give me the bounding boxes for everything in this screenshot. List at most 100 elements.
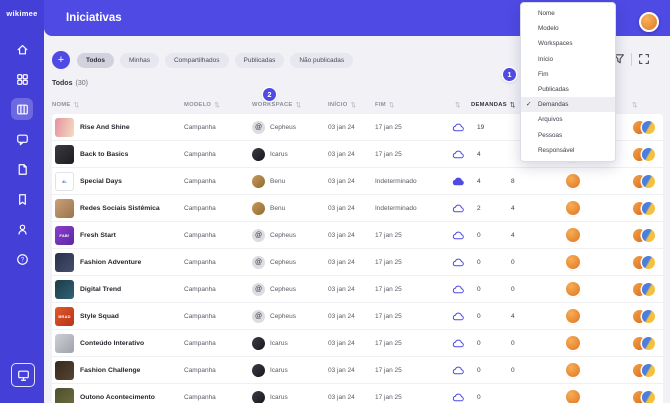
sidebar-item-inbox[interactable] [11,128,33,150]
sidebar-item-bookmarks[interactable] [11,188,33,210]
workspace-name: Icarus [270,340,288,347]
table-row[interactable]: Digital TrendCampanha@Cepheus03 jan 2417… [52,276,663,303]
menu-item-label: Arquivos [538,116,563,123]
column-header-workspace[interactable]: WORKSPACE⇅ [252,101,328,109]
column-menu-item-arquivos[interactable]: Arquivos [521,112,615,127]
responsible-avatar [566,336,580,350]
column-menu-item-nome[interactable]: Nome [521,6,615,21]
model-cell: Campanha [184,384,252,403]
end-date: 17 jan 25 [375,303,445,329]
column-header-demandas[interactable]: DEMANDAS⇅ [471,101,505,109]
table-row[interactable]: Fashion ChallengeCampanhaIcarus03 jan 24… [52,357,663,384]
chip-publicadas[interactable]: Publicadas [235,53,285,68]
person-avatar [642,364,655,377]
profile-icon [16,223,29,236]
workspace-avatar [252,337,265,350]
column-menu-item-respons-vel[interactable]: Responsável [521,143,615,158]
initiative-name-cell: Redes Sociais Sistêmica [52,195,184,221]
workspace-avatar: @ [252,310,265,323]
column-header-modelo[interactable]: MODELO⇅ [184,101,252,109]
initiative-name: Rise And Shine [80,124,130,131]
initiative-thumbnail [55,280,74,299]
list-title: Todos(30) [52,80,88,87]
column-header-publicada[interactable]: ⇅ [445,101,471,109]
user-avatar[interactable] [639,12,659,32]
initiative-name: Style Squad [80,313,119,320]
responsible-cell [539,168,607,194]
workspace-avatar [252,391,265,403]
responsible-avatar [566,255,580,269]
chip-compartilhados[interactable]: Compartilhados [165,53,229,68]
help-icon: ? [16,253,29,266]
workspace-name: Icarus [270,151,288,158]
responsible-avatar [566,309,580,323]
table-row[interactable]: 4LSpecial DaysCampanhaBenu03 jan 24Indet… [52,168,663,195]
workspace-cell: @Cepheus [252,303,328,329]
column-menu-item-workspaces[interactable]: Workspaces [521,36,615,51]
sidebar-item-documents[interactable] [11,158,33,180]
column-menu-item-pessoas[interactable]: Pessoas [521,128,615,143]
files-count: 4 [505,195,539,221]
initiative-thumbnail: BRAD [55,307,74,326]
step-badge-2: 2 [263,88,276,101]
model-cell: Campanha [184,195,252,221]
column-menu-item-modelo[interactable]: Modelo [521,21,615,36]
published-cell [445,357,471,383]
published-cell [445,276,471,302]
table-row[interactable]: Outono AcontecimentoCampanhaIcarus03 jan… [52,384,663,403]
initiative-name: Outono Acontecimento [80,394,155,401]
list-count: (30) [75,80,87,87]
column-menu-item-fim[interactable]: Fim [521,67,615,82]
chip-minhas[interactable]: Minhas [120,53,159,68]
chip-todos[interactable]: Todos [77,53,114,68]
initiative-name-cell: Back to Basics [52,141,184,167]
end-date: 17 jan 25 [375,330,445,356]
sidebar-item-profile[interactable] [11,218,33,240]
sidebar-item-display[interactable] [11,363,35,387]
workspace-cell: @Cepheus [252,249,328,275]
table-row[interactable]: Fashion AdventureCampanha@Cepheus03 jan … [52,249,663,276]
column-header-inicio[interactable]: INÍCIO⇅ [328,101,375,109]
column-label: DEMANDAS [471,102,507,108]
published-cell [445,384,471,403]
sidebar-item-home[interactable] [11,38,33,60]
app-logo: wikimee [6,9,37,18]
expand-button[interactable] [638,52,650,66]
workspace-avatar [252,175,265,188]
workspace-name: Benu [270,205,285,212]
table-row[interactable]: FAB!Fresh StartCampanha@Cepheus03 jan 24… [52,222,663,249]
add-initiative-button[interactable]: + [52,51,70,69]
sidebar-item-initiatives[interactable] [11,98,33,120]
initiative-name-cell: Fashion Challenge [52,357,184,383]
table-row[interactable]: Redes Sociais SistêmicaCampanhaBenu03 ja… [52,195,663,222]
sidebar-item-dashboard[interactable] [11,68,33,90]
initiative-thumbnail [55,118,74,137]
start-date: 03 jan 24 [328,330,375,356]
start-date: 03 jan 24 [328,114,375,140]
column-menu-item-demandas[interactable]: ✓Demandas [521,97,615,112]
column-header-nome[interactable]: NOME⇅ [52,101,184,109]
files-count: 4 [505,303,539,329]
responsible-cell [539,384,607,403]
column-menu-item-publicadas[interactable]: Publicadas [521,82,615,97]
table-row[interactable]: Conteúdo InterativoCampanhaIcarus03 jan … [52,330,663,357]
display-icon [17,369,30,382]
sidebar-item-help[interactable]: ? [11,248,33,270]
responsible-cell [539,222,607,248]
initiative-name-cell: 4LSpecial Days [52,168,184,194]
table-row[interactable]: BRADStyle SquadCampanha@Cepheus03 jan 24… [52,303,663,330]
svg-text:?: ? [20,257,24,263]
start-date: 03 jan 24 [328,303,375,329]
chip-n-o-publicadas[interactable]: Não publicadas [290,53,353,68]
column-header-fim[interactable]: FIM⇅ [375,101,445,109]
model-cell: Campanha [184,357,252,383]
menu-item-label: Pessoas [538,132,562,139]
people-cell [607,303,663,329]
column-menu-item-in-cio[interactable]: Início [521,52,615,67]
person-avatar [642,202,655,215]
person-avatar [642,256,655,269]
person-avatar [642,121,655,134]
column-label: INÍCIO [328,102,348,108]
initiative-name-cell: BRAD Style Squad [52,303,184,329]
people-cell [607,276,663,302]
